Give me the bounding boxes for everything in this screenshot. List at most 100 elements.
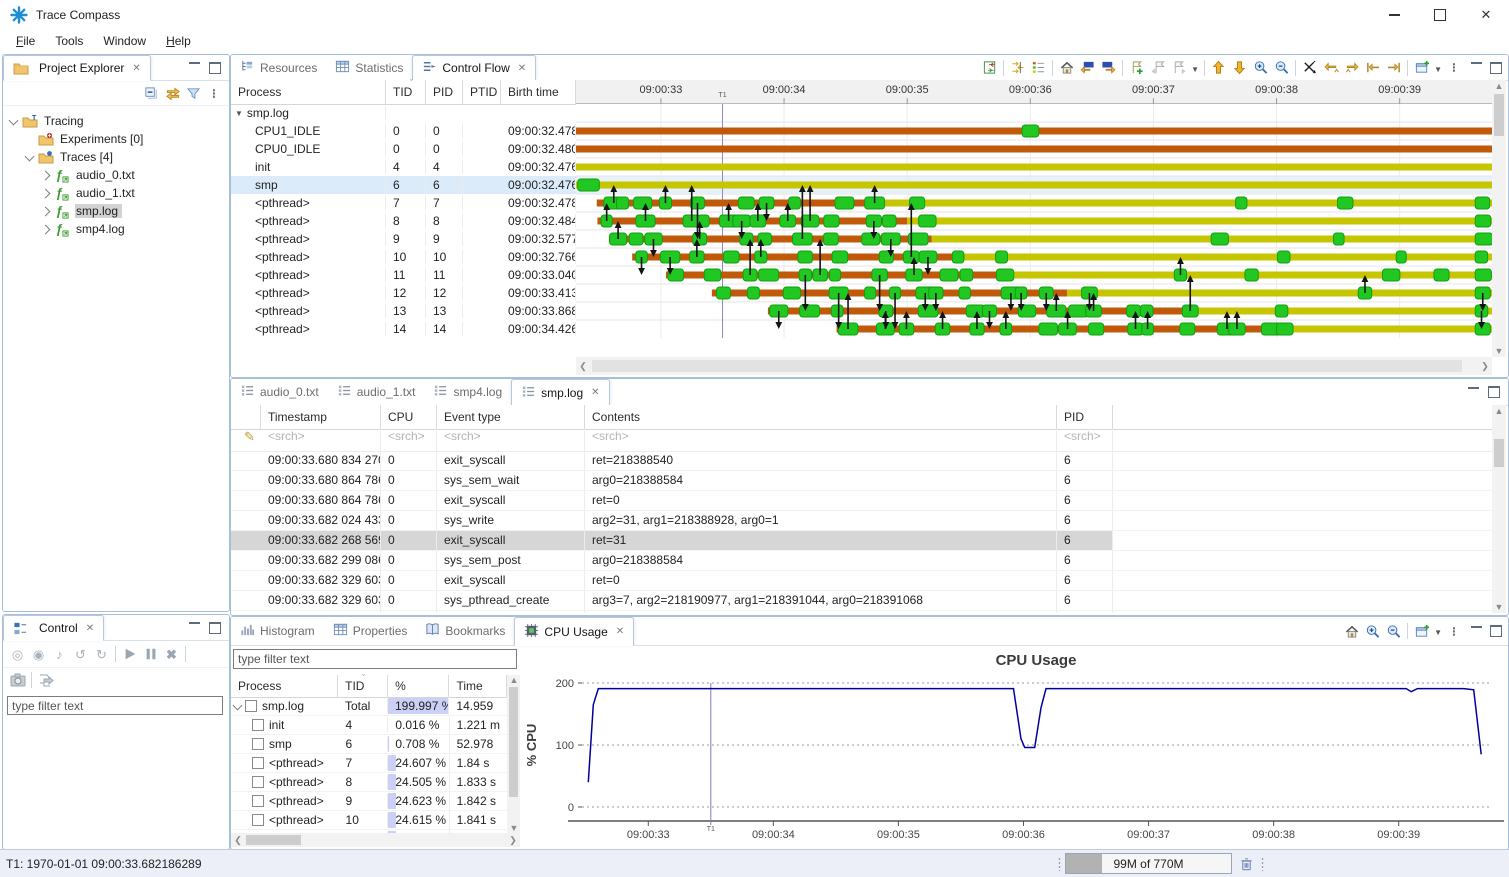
checkbox[interactable] xyxy=(252,795,264,807)
expander-icon[interactable] xyxy=(41,208,54,215)
chevron-down-icon[interactable] xyxy=(233,700,243,710)
column-header-tid[interactable]: TIDˇ xyxy=(338,675,388,697)
event-row[interactable]: 09:00:33.680 834 2700exit_syscallret=218… xyxy=(231,451,1492,471)
process-row[interactable]: smp6609:00:32.4760 xyxy=(231,176,576,194)
import-icon[interactable] xyxy=(35,669,56,691)
minimize-view-icon[interactable] xyxy=(189,622,200,627)
zoom-in-icon[interactable] xyxy=(1250,57,1271,79)
process-row[interactable]: <pthread>8809:00:32.4843 xyxy=(231,212,576,230)
tree-item-tracing[interactable]: TTracing xyxy=(9,112,229,130)
zoom-out-icon[interactable] xyxy=(1383,620,1404,642)
pause-icon[interactable] xyxy=(140,643,161,665)
events-search-row[interactable]: ✎<srch><srch><srch><srch><srch> xyxy=(231,429,1492,452)
menu-help[interactable]: Help xyxy=(156,32,201,50)
column-header-cpu[interactable]: CPU xyxy=(381,405,437,429)
checkbox[interactable] xyxy=(252,776,264,788)
tree-item-experiments-0-[interactable]: Experiments [0] xyxy=(9,130,229,148)
steps-icon[interactable]: ♪ xyxy=(49,643,70,665)
event-row[interactable]: 09:00:33.682 268 5690exit_syscallret=316 xyxy=(231,531,1492,551)
window-maximize-button[interactable] xyxy=(1417,0,1463,30)
menu-window[interactable]: Window xyxy=(93,32,156,50)
event-row[interactable]: 09:00:33.680 864 7860exit_syscallret=06 xyxy=(231,491,1492,511)
maximize-view-icon[interactable] xyxy=(209,62,221,74)
process-row[interactable]: <pthread>121209:00:33.4134 xyxy=(231,284,576,302)
column-header-ptid[interactable]: PTID xyxy=(463,80,501,104)
event-first-icon[interactable] xyxy=(1362,57,1383,79)
process-row[interactable]: init4409:00:32.4760 xyxy=(231,158,576,176)
heap-status-bar[interactable]: 99M of 770M xyxy=(1065,853,1232,874)
bookmark-add-icon[interactable] xyxy=(1126,57,1147,79)
column-header-pid[interactable]: PID xyxy=(1057,405,1113,429)
zoom-in-icon[interactable] xyxy=(1362,620,1383,642)
tab-project-explorer[interactable]: Project Explorer ✕ xyxy=(3,55,151,81)
usage-row[interactable]: <pthread>724.607 %1.84 s xyxy=(231,754,507,773)
event-next-icon[interactable] xyxy=(1341,57,1362,79)
event-last-icon[interactable] xyxy=(1383,57,1404,79)
process-row[interactable]: <pthread>101009:00:32.7662 xyxy=(231,248,576,266)
link-with-editor-icon[interactable] xyxy=(162,82,183,104)
up-icon[interactable] xyxy=(1208,57,1229,79)
usage-row[interactable]: init40.016 %1.221 m xyxy=(231,716,507,735)
expander-triangle-icon[interactable]: ▼ xyxy=(235,109,243,118)
event-row[interactable]: 09:00:33.682 299 0860sys_sem_postarg0=21… xyxy=(231,551,1492,571)
expander-icon[interactable] xyxy=(41,172,54,179)
stop-icon[interactable]: ✖ xyxy=(161,643,182,665)
unfollow-icon[interactable] xyxy=(1299,57,1320,79)
close-icon[interactable]: ✕ xyxy=(132,63,140,74)
search-cell[interactable]: <srch> xyxy=(1057,429,1113,451)
tab-properties[interactable]: Properties xyxy=(324,617,417,645)
checkbox[interactable] xyxy=(252,738,264,750)
usage-row[interactable]: smp60.708 %52.978 xyxy=(231,735,507,754)
maximize-view-icon[interactable] xyxy=(1488,386,1500,398)
snapshot-icon[interactable] xyxy=(7,669,28,691)
close-icon[interactable]: ✕ xyxy=(518,63,526,74)
tab-histogram[interactable]: Histogram xyxy=(231,617,324,645)
sync-icon[interactable]: ↻ xyxy=(91,643,112,665)
process-row[interactable]: CPU1_IDLE0009:00:32.4789 xyxy=(231,122,576,140)
column-header-time[interactable]: Time xyxy=(449,675,507,697)
maximize-view-icon[interactable] xyxy=(209,622,221,634)
column-header-process[interactable]: Process xyxy=(231,675,338,697)
tree-item-audio-1-txt[interactable]: ƒaudio_1.txt xyxy=(9,184,229,202)
cpu-usage-filter-input[interactable] xyxy=(233,649,517,669)
control-filter-input[interactable] xyxy=(7,696,223,715)
dropdown-arrow-icon[interactable]: ▼ xyxy=(1434,624,1442,638)
checkbox[interactable] xyxy=(252,814,264,826)
events-vscrollbar[interactable]: ▲ ▼ xyxy=(1492,405,1506,613)
column-header-timestamp[interactable]: Timestamp xyxy=(261,405,381,429)
column-header-birth-time[interactable]: Birth time xyxy=(501,80,576,104)
target-icon[interactable]: ◎ xyxy=(7,643,28,665)
new-view-icon[interactable] xyxy=(1411,57,1432,79)
search-cell[interactable]: <srch> xyxy=(381,429,437,451)
dropdown-arrow-icon[interactable]: ▼ xyxy=(1191,61,1199,75)
window-minimize-button[interactable] xyxy=(1371,0,1417,30)
refresh-icon[interactable]: ↺ xyxy=(70,643,91,665)
minimize-view-icon[interactable] xyxy=(189,62,200,67)
column-header-contents[interactable]: Contents xyxy=(585,405,1057,429)
usage-row[interactable]: <pthread>1024.615 %1.841 s xyxy=(231,811,507,830)
menu-tools[interactable]: Tools xyxy=(45,32,93,50)
tab-audio-0-txt[interactable]: audio_0.txt xyxy=(231,379,328,405)
state-next-icon[interactable] xyxy=(1098,57,1119,79)
expander-icon[interactable] xyxy=(41,226,54,233)
play-icon[interactable] xyxy=(119,643,140,665)
usage-row[interactable]: smp.logTotal199.997 %14.959 xyxy=(231,697,507,716)
process-row[interactable]: <pthread>9909:00:32.5775 xyxy=(231,230,576,248)
usage-hscrollbar[interactable]: ❮ ❯ xyxy=(231,833,520,847)
filter-icon[interactable] xyxy=(183,82,204,104)
tab-audio-1-txt[interactable]: audio_1.txt xyxy=(328,379,425,405)
tab-statistics[interactable]: Statistics xyxy=(326,55,412,80)
marker-prev-icon[interactable] xyxy=(1147,57,1168,79)
search-cell[interactable]: <srch> xyxy=(437,429,585,451)
column-header--[interactable]: % xyxy=(388,675,449,697)
maximize-view-icon[interactable] xyxy=(1490,62,1502,74)
event-row[interactable]: 09:00:33.682 360 1170sched_wakeupnew thr… xyxy=(231,611,1492,613)
process-row[interactable]: <pthread>111109:00:33.0404 xyxy=(231,266,576,284)
expander-icon[interactable] xyxy=(25,155,38,160)
home-icon[interactable] xyxy=(1341,620,1362,642)
tree-item-audio-0-txt[interactable]: ƒaudio_0.txt xyxy=(9,166,229,184)
usage-vscrollbar[interactable]: ▲ ▼ xyxy=(507,675,520,833)
usage-row[interactable]: <pthread>824.505 %1.833 s xyxy=(231,773,507,792)
event-prev-icon[interactable] xyxy=(1320,57,1341,79)
event-row[interactable]: 09:00:33.682 329 6030sys_pthread_createa… xyxy=(231,591,1492,611)
